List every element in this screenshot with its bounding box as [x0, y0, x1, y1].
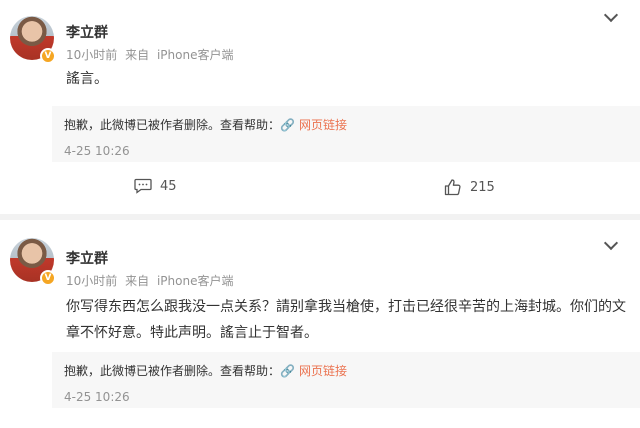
source-client: iPhone客户端: [156, 48, 234, 62]
chevron-down-icon[interactable]: [603, 7, 619, 23]
post-card: V 李立群 10小时前 来自 iPhone客户端 謠言。 抱歉，此微博已被作者删…: [0, 0, 640, 214]
deleted-repost-box: 抱歉，此微博已被作者删除。查看帮助：🔗 网页链接 4-25 10:26: [52, 352, 640, 408]
like-count: 215: [470, 179, 495, 195]
like-icon: [444, 179, 461, 196]
link-icon: 🔗: [280, 364, 295, 378]
link-icon: 🔗: [280, 118, 295, 132]
post-meta: 10小时前 来自 iPhone客户端: [66, 272, 237, 289]
help-link[interactable]: 网页链接: [299, 364, 347, 378]
verified-badge-icon: V: [40, 270, 56, 286]
source-client: iPhone客户端: [156, 274, 234, 288]
help-link[interactable]: 网页链接: [299, 118, 347, 132]
post-text: 你写得东西怎么跟我没一点关系？請别拿我当槍使，打击已经很辛苦的上海封城。你们的文…: [66, 299, 626, 341]
deleted-notice-line: 抱歉，此微博已被作者删除。查看帮助：🔗 网页链接: [64, 362, 347, 379]
like-button[interactable]: 215: [444, 178, 495, 196]
source-prefix: 来自: [125, 274, 150, 288]
author-name[interactable]: 李立群: [66, 248, 108, 268]
author-name[interactable]: 李立群: [66, 22, 108, 42]
comment-button[interactable]: 45: [134, 178, 177, 194]
time-ago: 10小时前: [66, 274, 118, 288]
deleted-notice-line: 抱歉，此微博已被作者删除。查看帮助：🔗 网页链接: [64, 116, 347, 133]
deleted-notice: 抱歉，此微博已被作者删除。查看帮助：: [64, 118, 281, 132]
action-bar: 45 215: [0, 168, 640, 208]
comment-count: 45: [160, 178, 177, 194]
weibo-feed: V 李立群 10小时前 来自 iPhone客户端 謠言。 抱歉，此微博已被作者删…: [0, 0, 640, 428]
post-meta: 10小时前 来自 iPhone客户端: [66, 46, 237, 63]
verified-badge-icon: V: [40, 48, 56, 64]
comment-icon: [134, 178, 152, 194]
time-ago: 10小时前: [66, 48, 118, 62]
deleted-repost-box: 抱歉，此微博已被作者删除。查看帮助：🔗 网页链接 4-25 10:26: [52, 106, 640, 162]
source-prefix: 来自: [125, 48, 150, 62]
post-card: V 李立群 10小时前 来自 iPhone客户端 你写得东西怎么跟我没一点关系？…: [0, 220, 640, 428]
post-text: 謠言。: [66, 71, 108, 87]
repost-timestamp[interactable]: 4-25 10:26: [64, 144, 130, 158]
repost-timestamp[interactable]: 4-25 10:26: [64, 390, 130, 404]
chevron-down-icon[interactable]: [603, 235, 619, 251]
deleted-notice: 抱歉，此微博已被作者删除。查看帮助：: [64, 364, 281, 378]
